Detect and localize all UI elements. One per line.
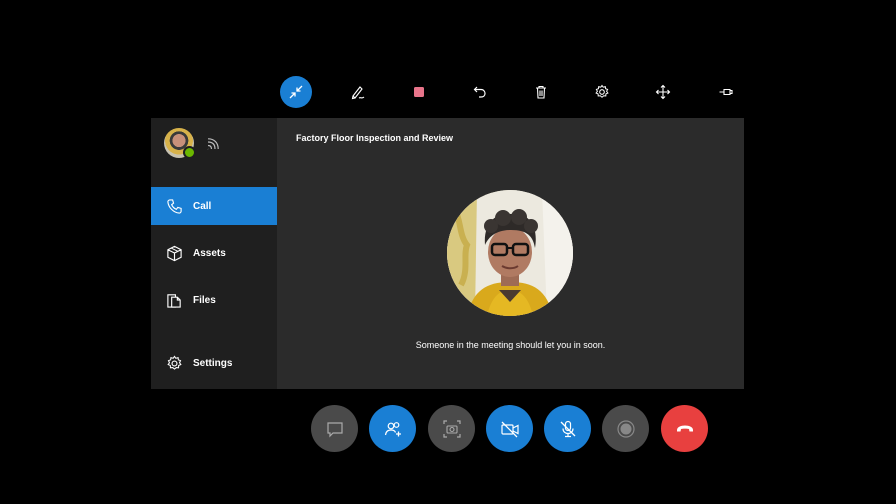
record-icon xyxy=(616,419,635,438)
collapse-arrows-icon xyxy=(289,85,303,99)
stop-button[interactable] xyxy=(403,76,435,108)
collapse-button[interactable] xyxy=(280,76,312,108)
files-icon xyxy=(167,293,181,308)
move-arrows-icon xyxy=(655,84,671,100)
settings-button[interactable] xyxy=(586,76,618,108)
user-avatar[interactable] xyxy=(164,128,196,159)
chat-button[interactable] xyxy=(311,405,358,452)
sidebar-item-call[interactable]: Call xyxy=(151,187,277,225)
gear-icon xyxy=(595,84,609,98)
video-toggle-button[interactable] xyxy=(486,405,533,452)
network-signal-icon xyxy=(207,138,219,150)
add-people-icon xyxy=(384,421,401,436)
sidebar-item-label: Assets xyxy=(193,247,226,259)
caller-portrait xyxy=(447,190,573,316)
hang-up-icon xyxy=(676,425,693,431)
camera-snapshot-icon xyxy=(442,419,461,438)
waiting-message: Someone in the meeting should let you in… xyxy=(415,340,606,350)
meeting-title: Factory Floor Inspection and Review xyxy=(296,133,454,143)
undo-button[interactable] xyxy=(464,76,496,108)
snapshot-button[interactable] xyxy=(428,405,475,452)
sidebar-item-label: Call xyxy=(193,200,212,212)
sidebar-item-settings[interactable]: Settings xyxy=(151,344,277,382)
sidebar-item-assets[interactable]: Assets xyxy=(151,234,277,272)
presence-available-icon xyxy=(183,146,196,159)
pin-icon xyxy=(719,88,733,96)
stop-square-icon xyxy=(414,87,424,97)
participants-button[interactable] xyxy=(369,405,416,452)
undo-icon xyxy=(473,86,486,98)
phone-icon xyxy=(167,198,182,214)
sidebar-item-label: Settings xyxy=(193,357,233,369)
gear-icon xyxy=(167,355,182,370)
chat-bubble-icon xyxy=(326,421,343,437)
video-off-icon xyxy=(500,421,519,437)
move-button[interactable] xyxy=(647,76,679,108)
delete-button[interactable] xyxy=(525,76,557,108)
mic-toggle-button[interactable] xyxy=(544,405,591,452)
pen-button[interactable] xyxy=(342,76,374,108)
cube-icon xyxy=(167,245,182,261)
top-toolbar xyxy=(280,76,750,110)
call-controls xyxy=(311,405,711,453)
trash-icon xyxy=(536,85,546,99)
call-window: Call Assets Files Settings Factory Floor… xyxy=(151,118,744,389)
pin-button[interactable] xyxy=(710,76,742,108)
mixed-reality-call-app: Call Assets Files Settings Factory Floor… xyxy=(0,0,896,504)
mic-off-icon xyxy=(560,420,575,437)
hang-up-button[interactable] xyxy=(661,405,708,452)
person-photo xyxy=(447,190,573,316)
call-content: Factory Floor Inspection and Review Some… xyxy=(277,118,744,389)
sidebar-item-files[interactable]: Files xyxy=(151,281,277,319)
sidebar-item-label: Files xyxy=(193,294,216,306)
sidebar: Call Assets Files Settings xyxy=(151,118,277,389)
record-button[interactable] xyxy=(602,405,649,452)
pen-icon xyxy=(351,86,365,100)
